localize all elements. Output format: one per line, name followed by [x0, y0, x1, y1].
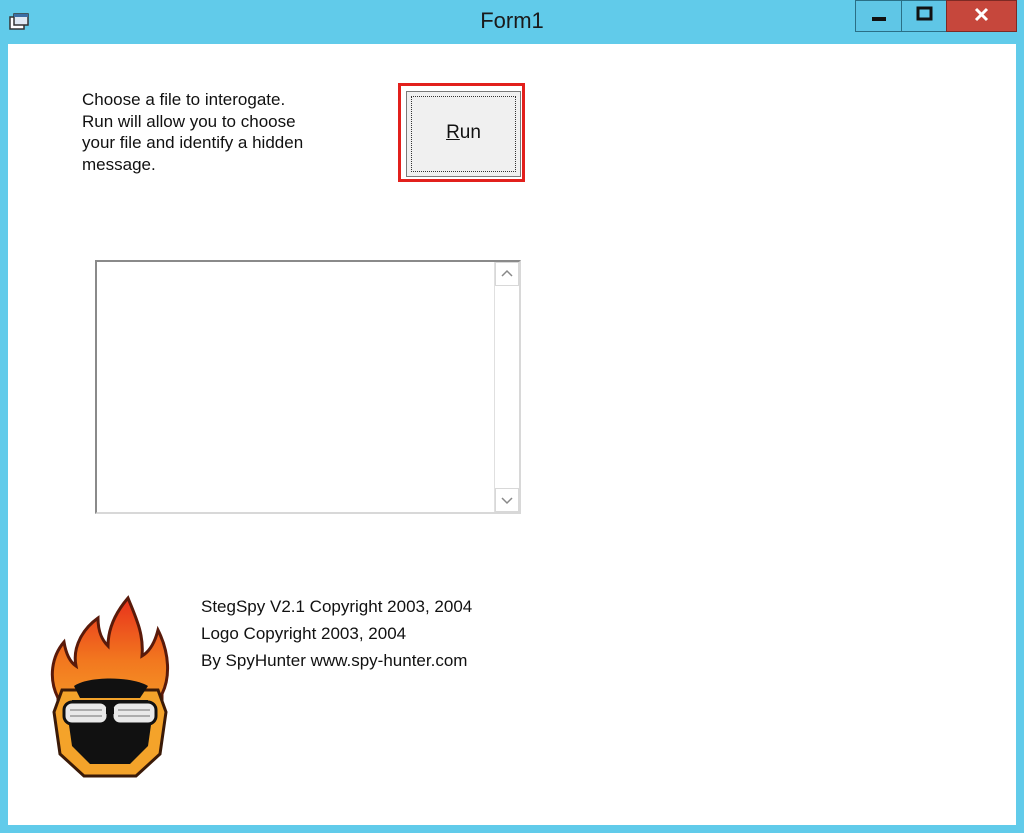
credits-line-3: By SpyHunter www.spy-hunter.com [201, 651, 468, 670]
maximize-button[interactable] [901, 0, 947, 32]
title-bar[interactable]: Form1 [0, 0, 1024, 44]
scroll-down-button[interactable] [495, 488, 519, 512]
maximize-icon [916, 6, 933, 21]
credits-line-1: StegSpy V2.1 Copyright 2003, 2004 [201, 597, 473, 616]
scroll-down-icon [501, 497, 513, 505]
vertical-scrollbar[interactable] [494, 262, 519, 512]
run-button-label: Run [446, 122, 481, 143]
close-icon [974, 7, 989, 22]
spyhunter-logo [50, 595, 170, 778]
scroll-up-button[interactable] [495, 262, 519, 286]
run-button[interactable]: Run [406, 91, 521, 177]
credits-block: StegSpy V2.1 Copyright 2003, 2004 Logo C… [201, 593, 472, 674]
app-window: Form1 Choose a file to interogate. Run w… [0, 0, 1024, 833]
minimize-icon [872, 17, 886, 21]
minimize-button[interactable] [855, 0, 902, 32]
output-textbox[interactable] [95, 260, 521, 514]
close-button[interactable] [946, 0, 1017, 32]
credits-line-2: Logo Copyright 2003, 2004 [201, 624, 407, 643]
form-client-area: Choose a file to interogate. Run will al… [8, 44, 1016, 825]
scroll-up-icon [501, 269, 513, 277]
instructions-label: Choose a file to interogate. Run will al… [82, 90, 304, 174]
